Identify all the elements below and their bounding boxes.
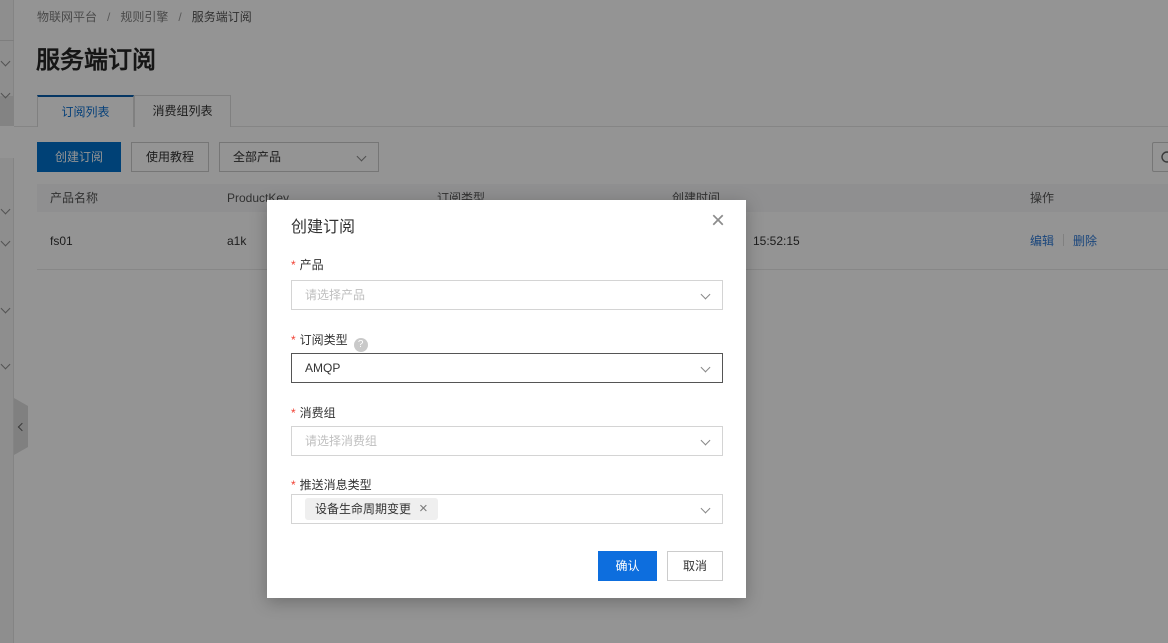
push-message-type-select[interactable]: 设备生命周期变更× (291, 494, 723, 524)
consumer-group-placeholder: 请选择消费组 (305, 434, 377, 448)
required-mark: * (291, 258, 296, 272)
chevron-down-icon (701, 290, 711, 300)
close-icon[interactable]: × (711, 209, 725, 233)
push-message-type-field-label: *推送消息类型 (291, 476, 372, 493)
cancel-button[interactable]: 取消 (667, 551, 723, 581)
subscription-type-field-label: *订阅类型? (291, 331, 368, 352)
tag-remove-icon[interactable]: × (419, 500, 428, 517)
dialog-footer: 确认 取消 (267, 551, 746, 581)
required-mark: * (291, 333, 296, 347)
dialog-title: 创建订阅 (291, 213, 355, 237)
chevron-down-icon (701, 504, 711, 514)
create-subscription-dialog: 创建订阅 × *产品 请选择产品 *订阅类型? AMQP *消费组 请选择消费组… (267, 200, 746, 598)
confirm-button[interactable]: 确认 (598, 551, 657, 581)
consumer-group-select[interactable]: 请选择消费组 (291, 426, 723, 456)
chevron-down-icon (701, 436, 711, 446)
subscription-type-select[interactable]: AMQP (291, 353, 723, 383)
required-mark: * (291, 478, 296, 492)
message-type-tag: 设备生命周期变更× (305, 498, 438, 520)
consumer-group-field-label: *消费组 (291, 404, 336, 421)
subscription-type-value: AMQP (305, 361, 340, 375)
product-select[interactable]: 请选择产品 (291, 280, 723, 310)
help-icon[interactable]: ? (354, 338, 368, 352)
chevron-down-icon (701, 363, 711, 373)
required-mark: * (291, 406, 296, 420)
product-field-label: *产品 (291, 256, 324, 273)
product-select-placeholder: 请选择产品 (305, 288, 365, 302)
